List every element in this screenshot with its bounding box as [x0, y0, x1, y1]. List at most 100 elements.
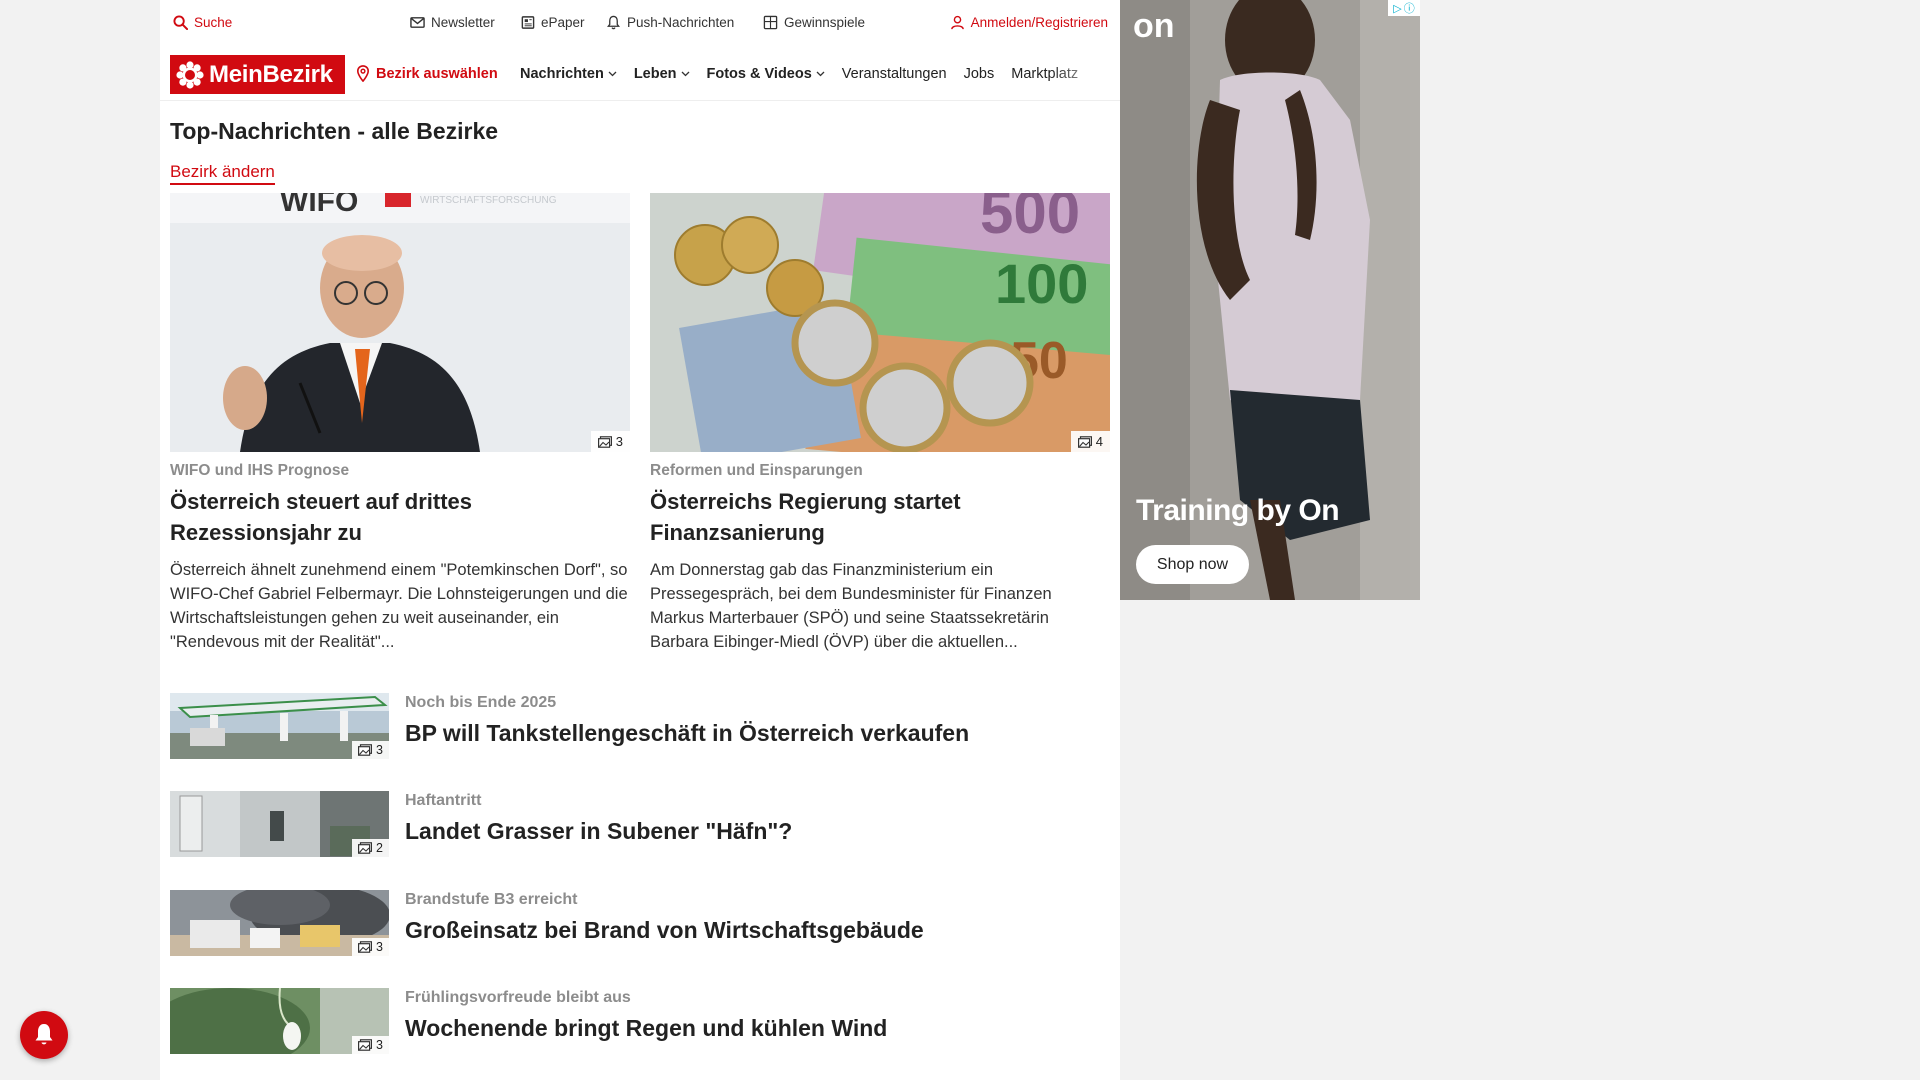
- image-icon: [597, 435, 612, 448]
- push-link[interactable]: Push-Nachrichten: [606, 15, 734, 30]
- gewinnspiele-label: Gewinnspiele: [784, 15, 866, 30]
- nav-item-label: Fotos & Videos: [706, 66, 812, 82]
- list-kicker: Noch bis Ende 2025: [405, 694, 557, 711]
- list-title[interactable]: Wochenende bringt Regen und kühlen Wind: [405, 1015, 887, 1042]
- nav-item-jobs[interactable]: Jobs: [964, 66, 995, 82]
- site-logo[interactable]: MeinBezirk: [170, 55, 345, 94]
- article-kicker: Reformen und Einsparungen: [650, 462, 863, 479]
- envelope-icon: [410, 17, 425, 28]
- nav-item-fotos-videos[interactable]: Fotos & Videos: [707, 66, 825, 82]
- image-count: 3: [376, 1038, 383, 1052]
- notification-bell-button[interactable]: [20, 1011, 68, 1059]
- list-item[interactable]: 2 Haftantritt Landet Grasser in Subener …: [170, 791, 1110, 857]
- article-photo: 500 100 50: [650, 193, 1110, 452]
- image-icon: [358, 1039, 373, 1051]
- image-count: 3: [376, 940, 383, 954]
- list-title[interactable]: Landet Grasser in Subener "Häfn"?: [405, 818, 792, 845]
- list-thumbnail[interactable]: 3: [170, 693, 389, 759]
- svg-text:WIRTSCHAFTSFORSCHUNG: WIRTSCHAFTSFORSCHUNG: [420, 195, 557, 206]
- search-icon: [173, 15, 188, 30]
- location-pin-icon: [357, 65, 369, 82]
- list-item[interactable]: 3 Brandstufe B3 erreicht Großeinsatz bei…: [170, 890, 1110, 956]
- list-kicker: Frühlingsvorfreude bleibt aus: [405, 989, 631, 1006]
- svg-text:500: 500: [980, 193, 1080, 246]
- list-title[interactable]: Großeinsatz bei Brand von Wirtschaftsgeb…: [405, 917, 924, 944]
- list-thumbnail[interactable]: 3: [170, 988, 389, 1054]
- bell-icon: [607, 15, 620, 30]
- image-count: 2: [376, 841, 383, 855]
- chevron-down-icon: [608, 71, 617, 77]
- top-article-card[interactable]: WIFO WIRTSCHAFTSFORSCHUNG 3 WIFO und IHS…: [170, 193, 630, 654]
- image-icon: [358, 941, 373, 953]
- nav-item-label: Leben: [633, 66, 677, 82]
- ad-brand-logo: on: [1133, 7, 1175, 45]
- ad-choices-icon[interactable]: ▷ ⓘ: [1388, 0, 1420, 16]
- nav-item-label: Nachrichten: [520, 66, 604, 82]
- list-item[interactable]: 3 Noch bis Ende 2025 BP will Tankstellen…: [170, 693, 1110, 759]
- nav-item-veranstaltungen[interactable]: Veranstaltungen: [842, 66, 947, 82]
- nav-item-label: Jobs: [963, 66, 995, 82]
- image-icon: [358, 842, 373, 854]
- newspaper-icon: [521, 16, 535, 29]
- image-count-badge: 3: [352, 938, 389, 956]
- gewinnspiele-link[interactable]: Gewinnspiele: [763, 15, 865, 30]
- svg-text:WIFO: WIFO: [280, 193, 358, 218]
- chevron-down-icon: [681, 71, 689, 77]
- image-count-badge: 2: [352, 839, 389, 857]
- logo-text: MeinBezirk: [209, 60, 333, 88]
- list-thumbnail[interactable]: 3: [170, 890, 389, 956]
- epaper-link[interactable]: ePaper: [520, 15, 585, 30]
- ad-info-icon: ⓘ: [1403, 3, 1415, 15]
- article-teaser: Am Donnerstag gab das Finanzministerium …: [650, 561, 1052, 651]
- top-article-card[interactable]: 500 100 50 4 Reformen und Einsparungen Ö…: [650, 193, 1110, 654]
- image-icon: [358, 744, 373, 756]
- article-title[interactable]: Österreich steuert auf drittes Rezession…: [170, 486, 630, 548]
- image-count: 3: [376, 743, 383, 757]
- ad-shop-button[interactable]: Shop now: [1136, 545, 1249, 584]
- newsletter-link[interactable]: Newsletter: [410, 15, 495, 30]
- change-bezirk-link[interactable]: Bezirk ändern: [170, 162, 275, 185]
- list-item[interactable]: 3 Frühlingsvorfreude bleibt aus Wochenen…: [170, 988, 1110, 1054]
- list-thumbnail[interactable]: 2: [170, 791, 389, 857]
- gift-icon: [763, 15, 778, 30]
- ad-headline: Training by On: [1136, 494, 1340, 527]
- main-nav: MeinBezirk Bezirk auswählen Nachrichten …: [160, 46, 1120, 101]
- bezirk-select-label: Bezirk auswählen: [376, 65, 498, 82]
- image-count-badge: 3: [352, 741, 389, 759]
- image-count-badge: 4: [1070, 431, 1110, 452]
- nav-item-leben[interactable]: Leben: [634, 66, 690, 82]
- nav-fade-overlay: [1050, 58, 1120, 90]
- ad-play-icon: ▷: [1393, 2, 1402, 15]
- svg-text:100: 100: [995, 252, 1088, 315]
- article-kicker: WIFO und IHS Prognose: [170, 462, 350, 479]
- nav-item-label: Veranstaltungen: [841, 66, 947, 82]
- epaper-label: ePaper: [541, 15, 585, 30]
- push-label: Push-Nachrichten: [627, 15, 735, 30]
- user-icon: [950, 15, 964, 30]
- bell-icon: [35, 1024, 53, 1045]
- article-title[interactable]: Österreichs Regierung startet Finanzsani…: [650, 486, 1110, 548]
- list-title[interactable]: BP will Tankstellengeschäft in Österreic…: [405, 720, 969, 747]
- advertisement[interactable]: on ▷ ⓘ Training by On Shop now: [1120, 0, 1420, 600]
- article-photo: WIFO WIRTSCHAFTSFORSCHUNG: [170, 193, 630, 452]
- image-count-badge: 3: [590, 431, 630, 452]
- image-count: 4: [1095, 434, 1103, 449]
- article-image[interactable]: WIFO WIRTSCHAFTSFORSCHUNG 3: [170, 193, 630, 452]
- bezirk-select[interactable]: Bezirk auswählen: [356, 65, 498, 82]
- article-teaser: Österreich ähnelt zunehmend einem "Potem…: [170, 561, 628, 651]
- logo-flower-icon: [176, 60, 204, 89]
- article-image[interactable]: 500 100 50 4: [650, 193, 1110, 452]
- page-container: Suche Newsletter ePaper Push-Nachrichten…: [160, 0, 1120, 1080]
- list-kicker: Brandstufe B3 erreicht: [405, 891, 578, 908]
- image-count: 3: [615, 434, 623, 449]
- image-count-badge: 3: [352, 1036, 389, 1054]
- list-kicker: Haftantritt: [405, 792, 482, 809]
- search-link[interactable]: Suche: [173, 15, 232, 30]
- login-link[interactable]: Anmelden/Registrieren: [950, 15, 1108, 30]
- search-label: Suche: [194, 15, 233, 30]
- nav-items: Nachrichten Leben Fotos & Videos Veranst…: [520, 66, 1078, 82]
- newsletter-label: Newsletter: [431, 15, 495, 30]
- nav-item-nachrichten[interactable]: Nachrichten: [520, 66, 617, 82]
- section-title: Top-Nachrichten - alle Bezirke: [170, 118, 499, 144]
- image-icon: [1077, 435, 1092, 448]
